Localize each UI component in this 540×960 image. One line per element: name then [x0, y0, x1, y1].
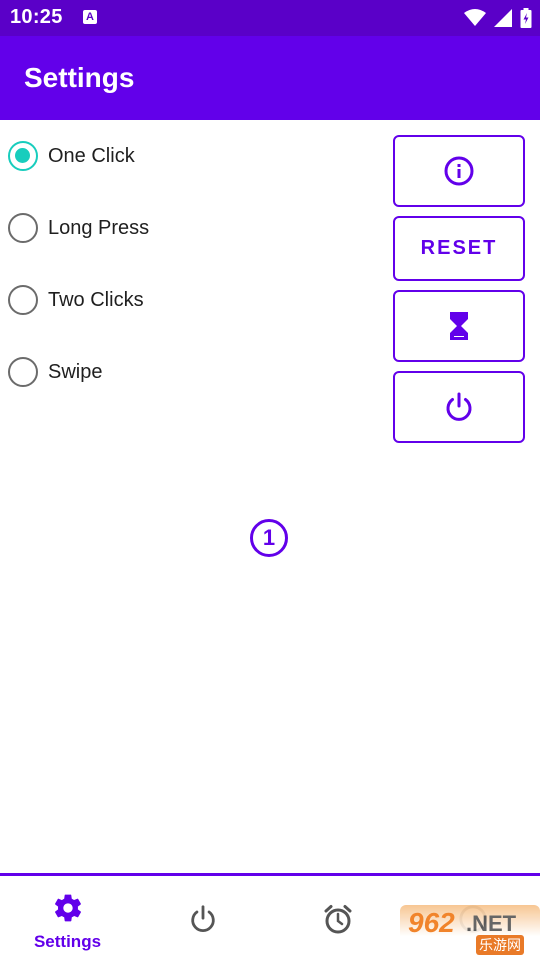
radio-swipe[interactable]: Swipe [8, 352, 102, 392]
watermark-subtitle: 乐游网 [476, 935, 524, 955]
info-button[interactable] [393, 135, 525, 207]
status-time: 10:25 [10, 6, 63, 28]
status-icons [464, 6, 532, 30]
step-counter-badge: 1 [250, 519, 288, 557]
radio-label: Two Clicks [48, 288, 144, 311]
watermark-number: 962 [408, 907, 455, 938]
radio-button[interactable] [8, 357, 38, 387]
power-button[interactable] [393, 371, 525, 443]
radio-one-click[interactable]: One Click [8, 136, 135, 176]
reset-label: RESET [420, 237, 498, 259]
radio-button-checked[interactable] [8, 141, 38, 171]
app-bar: Settings [0, 36, 540, 120]
radio-button[interactable] [8, 213, 38, 243]
power-icon [446, 392, 472, 421]
nav-label-settings: Settings [33, 932, 102, 951]
reset-button[interactable]: RESET [393, 216, 525, 281]
hourglass-icon [450, 312, 468, 340]
radio-long-press[interactable]: Long Press [8, 208, 149, 248]
page-title: Settings [24, 62, 135, 93]
radio-button[interactable] [8, 285, 38, 315]
radio-two-clicks[interactable]: Two Clicks [8, 280, 144, 320]
status-bar: 10:25 A [0, 0, 540, 36]
alarm-clock-icon [324, 905, 351, 934]
nav-item-settings[interactable]: Settings [0, 876, 135, 960]
watermark-logo: 962 .NET 乐游网 [400, 905, 540, 957]
timer-button[interactable] [393, 290, 525, 362]
power-icon [190, 905, 215, 932]
wifi-icon [464, 9, 486, 26]
radio-label: One Click [48, 144, 135, 167]
battery-icon [520, 8, 532, 28]
nav-item-alarm[interactable] [270, 876, 405, 960]
nav-item-power[interactable] [135, 876, 270, 960]
info-icon [444, 156, 474, 186]
radio-label: Swipe [48, 360, 103, 383]
notification-a-icon: A [83, 10, 97, 24]
gear-icon [54, 894, 81, 922]
radio-label: Long Press [48, 216, 150, 239]
cell-signal-icon [494, 9, 512, 27]
watermark-suffix: .NET [466, 911, 517, 936]
